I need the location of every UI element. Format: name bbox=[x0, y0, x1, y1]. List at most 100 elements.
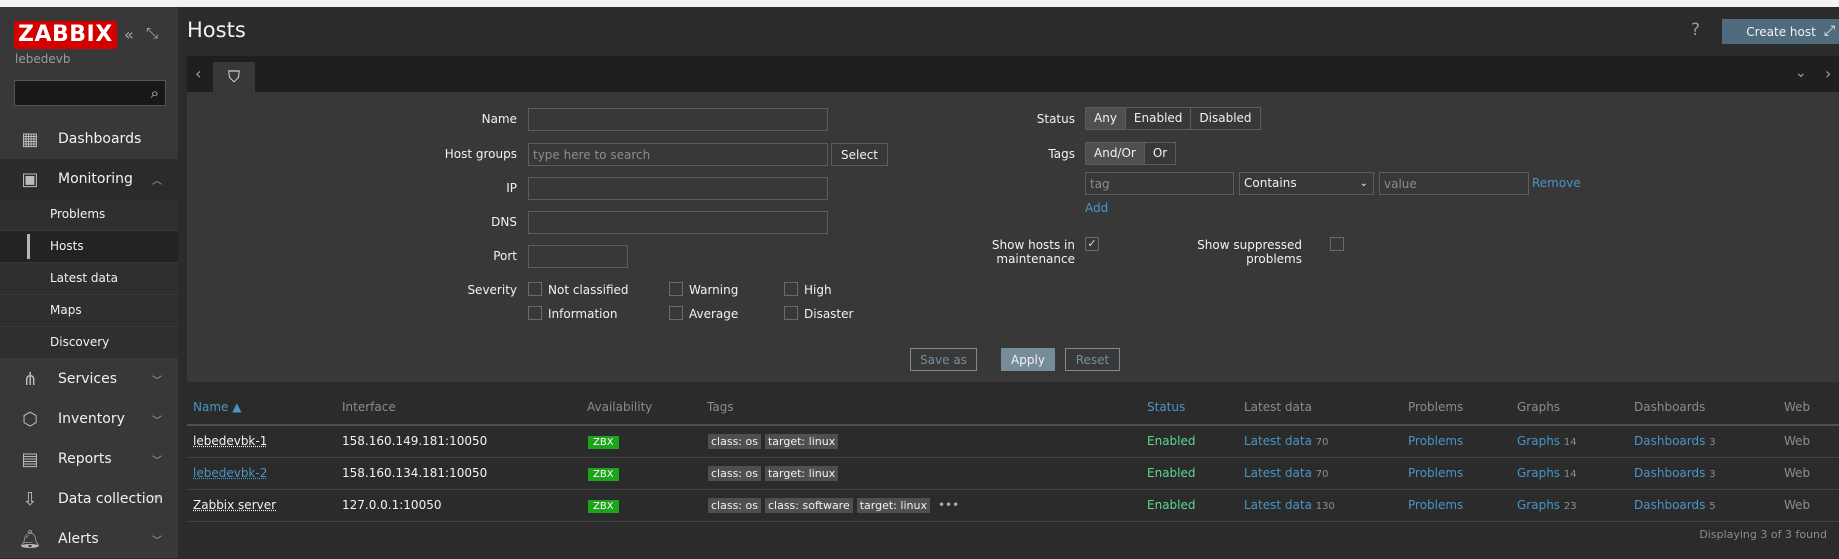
show-suppressed-checkbox[interactable] bbox=[1330, 237, 1344, 251]
host-name[interactable]: lebedevbk-2 bbox=[193, 466, 267, 480]
dashboards-link[interactable]: Dashboards 3 bbox=[1634, 434, 1716, 448]
menu-item-inventory[interactable]: ⬡ Inventory ﹀ bbox=[0, 399, 178, 439]
filter-icon[interactable]: ⛉ bbox=[213, 62, 255, 92]
submenu-item-latest-data[interactable]: Latest data bbox=[0, 263, 178, 295]
host-status[interactable]: Enabled bbox=[1147, 434, 1196, 448]
status-any-option[interactable]: Any bbox=[1086, 108, 1126, 129]
status-disabled-option[interactable]: Disabled bbox=[1191, 108, 1259, 129]
column-latest-data: Latest data bbox=[1244, 400, 1312, 414]
filter-tabs-bar: ‹ ⛉ ⌄ › bbox=[187, 56, 1839, 92]
dashboards-link[interactable]: Dashboards 3 bbox=[1634, 466, 1716, 480]
severity-high-checkbox[interactable] bbox=[784, 282, 798, 296]
menu-label: Dashboards bbox=[58, 131, 142, 147]
menu-item-data-collection[interactable]: ⇩ Data collection ﹀ bbox=[0, 479, 178, 519]
save-as-button[interactable]: Save as bbox=[910, 348, 977, 371]
column-status[interactable]: Status bbox=[1147, 400, 1185, 414]
tag-badge[interactable]: class: os bbox=[708, 466, 761, 481]
severity-option-label: Not classified bbox=[548, 283, 629, 297]
chevron-down-icon[interactable]: ⌄ bbox=[1795, 65, 1807, 81]
tag-badge[interactable]: class: software bbox=[764, 498, 853, 513]
ip-input[interactable] bbox=[528, 177, 828, 200]
alerts-icon: 🔔︎ bbox=[18, 528, 42, 550]
host-groups-input[interactable] bbox=[528, 143, 828, 166]
severity-warning-checkbox[interactable] bbox=[669, 282, 683, 296]
menu-label: Inventory bbox=[58, 411, 125, 427]
column-availability: Availability bbox=[587, 400, 653, 414]
sidebar: ZABBIX « ⤡ lebedevb ⌕ ▦ Dashboards ▣ Mon… bbox=[0, 7, 178, 558]
tag-badge[interactable]: target: linux bbox=[856, 498, 930, 513]
status-label: Status bbox=[1036, 112, 1075, 126]
status-enabled-option[interactable]: Enabled bbox=[1126, 108, 1192, 129]
collapse-sidebar-icon[interactable]: « bbox=[124, 25, 134, 44]
column-name[interactable]: Name ▲ bbox=[193, 400, 241, 414]
severity-information-checkbox[interactable] bbox=[528, 306, 542, 320]
tag-input[interactable] bbox=[1085, 172, 1234, 195]
reset-button[interactable]: Reset bbox=[1065, 348, 1120, 371]
search-icon[interactable]: ⌕ bbox=[151, 84, 159, 102]
host-name[interactable]: Zabbix server bbox=[193, 498, 276, 512]
submenu-item-maps[interactable]: Maps bbox=[0, 295, 178, 327]
reports-icon: ▤ bbox=[21, 448, 39, 470]
tag-badge[interactable]: class: os bbox=[708, 498, 761, 513]
tag-badge[interactable]: target: linux bbox=[764, 466, 839, 481]
tag-value-input[interactable] bbox=[1379, 172, 1529, 195]
latest-data-link[interactable]: Latest data 70 bbox=[1244, 466, 1329, 480]
chevron-left-icon[interactable]: ‹ bbox=[195, 64, 201, 83]
host-status[interactable]: Enabled bbox=[1147, 466, 1196, 480]
port-input[interactable] bbox=[528, 245, 628, 268]
graphs-link[interactable]: Graphs 14 bbox=[1517, 466, 1577, 480]
menu-label: Services bbox=[58, 371, 118, 387]
zabbix-logo[interactable]: ZABBIX bbox=[14, 21, 117, 49]
severity-disaster-checkbox[interactable] bbox=[784, 306, 798, 320]
submenu-item-discovery[interactable]: Discovery bbox=[0, 327, 178, 359]
severity-label: Severity bbox=[467, 283, 517, 297]
tag-badge[interactable]: target: linux bbox=[764, 434, 839, 449]
name-input[interactable] bbox=[528, 108, 828, 131]
remove-tag-link[interactable]: Remove bbox=[1532, 176, 1581, 190]
menu-label: Monitoring bbox=[58, 171, 133, 187]
tag-operator-select[interactable]: Contains ⌄ bbox=[1239, 172, 1374, 195]
fullscreen-icon[interactable]: ⤢ bbox=[1820, 19, 1839, 44]
host-name[interactable]: lebedevbk-1 bbox=[193, 434, 267, 448]
menu-label: Data collection bbox=[58, 491, 164, 507]
dns-input[interactable] bbox=[528, 211, 828, 234]
add-tag-link[interactable]: Add bbox=[1085, 201, 1108, 215]
inventory-icon: ⬡ bbox=[22, 408, 38, 430]
severity-average-checkbox[interactable] bbox=[669, 306, 683, 320]
menu-item-alerts[interactable]: 🔔︎ Alerts ﹀ bbox=[0, 519, 178, 559]
graphs-link[interactable]: Graphs 14 bbox=[1517, 434, 1577, 448]
chevron-right-icon[interactable]: › bbox=[1825, 64, 1831, 83]
problems-link[interactable]: Problems bbox=[1408, 498, 1463, 512]
tag-badge[interactable]: class: os bbox=[708, 434, 761, 449]
problems-link[interactable]: Problems bbox=[1408, 466, 1463, 480]
graphs-link[interactable]: Graphs 23 bbox=[1517, 498, 1577, 512]
kiosk-mode-icon[interactable]: ⤡ bbox=[146, 24, 158, 42]
availability-badge: ZBX bbox=[588, 434, 619, 449]
submenu-item-problems[interactable]: Problems bbox=[0, 199, 178, 231]
more-tags-icon[interactable]: ••• bbox=[938, 498, 959, 512]
dashboards-link[interactable]: Dashboards 5 bbox=[1634, 498, 1716, 512]
table-footer-count: Displaying 3 of 3 found bbox=[1699, 528, 1827, 541]
apply-button[interactable]: Apply bbox=[1001, 348, 1055, 371]
chevron-down-icon: ﹀ bbox=[152, 415, 162, 427]
menu-item-services[interactable]: ⋔ Services ﹀ bbox=[0, 359, 178, 399]
web-link: Web bbox=[1784, 434, 1811, 448]
sidebar-search-input[interactable]: ⌕ bbox=[14, 80, 166, 106]
column-interface: Interface bbox=[342, 400, 396, 414]
severity-not-classified-checkbox[interactable] bbox=[528, 282, 542, 296]
tags-or-option[interactable]: Or bbox=[1145, 143, 1175, 164]
host-status[interactable]: Enabled bbox=[1147, 498, 1196, 512]
menu-item-dashboards[interactable]: ▦ Dashboards bbox=[0, 119, 178, 159]
select-host-groups-button[interactable]: Select bbox=[831, 143, 888, 166]
chevron-down-icon: ﹀ bbox=[152, 495, 162, 507]
show-suppressed-label: Show suppressed problems bbox=[1197, 238, 1302, 266]
help-icon[interactable]: ? bbox=[1691, 20, 1700, 40]
menu-item-reports[interactable]: ▤ Reports ﹀ bbox=[0, 439, 178, 479]
latest-data-link[interactable]: Latest data 130 bbox=[1244, 498, 1335, 512]
latest-data-link[interactable]: Latest data 70 bbox=[1244, 434, 1329, 448]
tags-and-or-option[interactable]: And/Or bbox=[1086, 143, 1145, 164]
menu-item-monitoring[interactable]: ▣ Monitoring ︿ bbox=[0, 159, 178, 199]
submenu-item-hosts[interactable]: Hosts bbox=[0, 231, 178, 263]
problems-link[interactable]: Problems bbox=[1408, 434, 1463, 448]
services-icon: ⋔ bbox=[22, 368, 38, 390]
